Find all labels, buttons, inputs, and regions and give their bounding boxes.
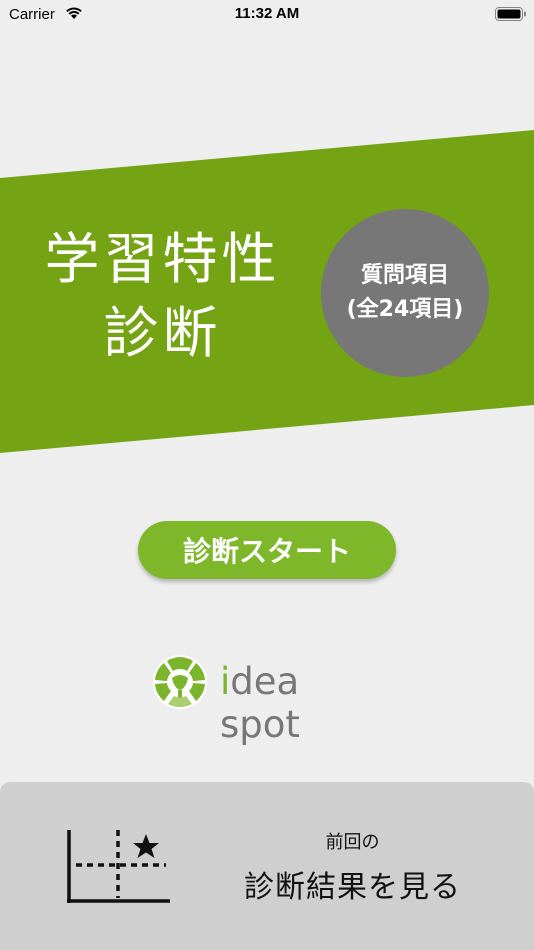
battery-icon [495, 7, 527, 26]
app-title-line1: 学習特性 [44, 227, 281, 291]
app-title-line2: 診断 [103, 301, 222, 365]
status-time: 11:32 AM [234, 5, 300, 22]
question-count-badge: 質問項目 (全24項目) [321, 209, 489, 377]
idea-spot-logo-icon [153, 655, 207, 709]
chart-star-icon [67, 830, 170, 903]
logo-text-rest: dea spot [220, 660, 300, 746]
app-title: 学習特性 診断 [40, 222, 285, 370]
status-bar: Carrier 11:32 AM [0, 0, 534, 30]
title-banner: 学習特性 診断 質問項目 (全24項目) [0, 130, 534, 455]
question-badge-line1: 質問項目 [360, 263, 449, 288]
idea-spot-logo-text: idea spot [220, 660, 390, 746]
idea-spot-logo: idea spot [150, 652, 390, 746]
start-diagnosis-button[interactable]: 診断スタート [138, 521, 396, 579]
previous-label: 前回の [325, 832, 380, 853]
logo-text-accent: i [220, 660, 231, 703]
view-results-label: 診断結果を見る [244, 870, 461, 905]
previous-results-button[interactable]: 前回の 診断結果を見る [0, 782, 534, 950]
question-badge-line2: (全24項目) [346, 297, 464, 322]
